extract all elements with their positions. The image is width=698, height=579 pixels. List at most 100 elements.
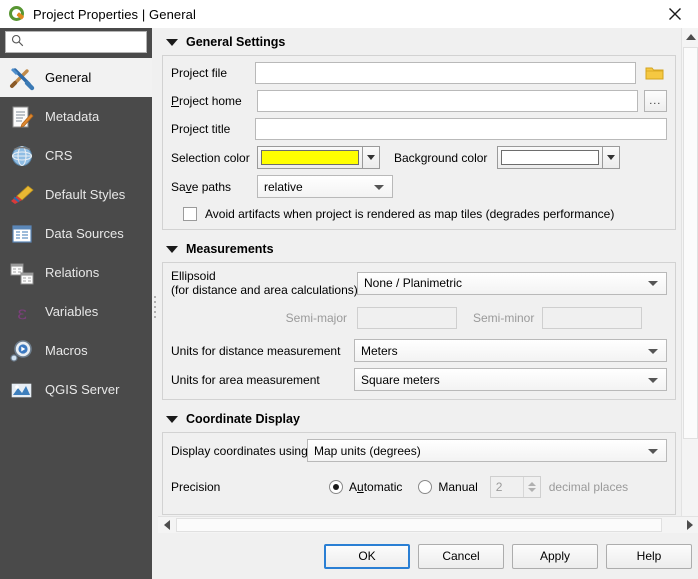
decimal-places-spinner[interactable]: 2 (489, 476, 541, 498)
semi-minor-input[interactable] (542, 307, 643, 329)
search-input[interactable] (28, 33, 136, 51)
horizontal-scrollbar[interactable] (158, 516, 698, 533)
spinner-up-icon[interactable] (527, 482, 536, 486)
avoid-artifacts-checkbox[interactable] (183, 207, 197, 221)
scroll-right-button[interactable] (681, 517, 698, 533)
window-title: Project Properties | General (33, 6, 196, 22)
decimal-places-value: 2 (495, 480, 503, 494)
sidebar-item-general[interactable]: General (0, 58, 152, 97)
sidebar-item-metadata[interactable]: Metadata (0, 97, 152, 136)
area-units-combo[interactable]: Square meters (354, 368, 667, 391)
folder-icon[interactable] (642, 62, 667, 84)
scroll-left-button[interactable] (158, 517, 175, 533)
background-color-label: Background color (394, 150, 488, 165)
chevron-down-icon (648, 377, 658, 383)
sidebar-item-relations[interactable]: Relations (0, 253, 152, 292)
save-paths-row: Save paths relative (171, 175, 667, 198)
project-title-input[interactable] (255, 118, 667, 140)
project-title-row: Project title (171, 118, 667, 140)
display-coordinates-value: Map units (degrees) (314, 443, 421, 458)
distance-units-label: Units for distance measurement (171, 343, 341, 358)
area-units-value: Square meters (361, 372, 440, 387)
project-home-browse-button[interactable]: ... (643, 90, 667, 112)
server-map-icon (8, 376, 36, 404)
help-button[interactable]: Help (606, 543, 692, 569)
selection-color-dropdown[interactable] (363, 146, 380, 169)
distance-units-combo[interactable]: Meters (354, 339, 667, 362)
display-coordinates-row: Display coordinates using Map units (deg… (171, 439, 667, 462)
sidebar-item-qgis-server[interactable]: QGIS Server (0, 370, 152, 409)
chevron-down-icon (648, 448, 658, 454)
sidebar-item-label: CRS (45, 148, 73, 163)
scroll-up-button[interactable] (682, 28, 698, 45)
content-panel: General Settings Project file Project ho… (158, 28, 698, 579)
area-units-row: Units for area measurement Square meters (171, 368, 667, 391)
dialog-button-bar: OK Cancel Apply Help (158, 533, 698, 579)
chevron-up-icon (685, 33, 696, 40)
project-file-input[interactable] (255, 62, 636, 84)
sidebar-item-data-sources[interactable]: Data Sources (0, 214, 152, 253)
precision-manual-radio[interactable] (418, 480, 433, 494)
semi-major-input[interactable] (357, 307, 457, 329)
chevron-left-icon (163, 520, 170, 530)
ellipsoid-value: None / Planimetric (364, 276, 463, 290)
globe-icon (8, 142, 36, 170)
general-settings-group: Project file Project home ... Project ti… (162, 55, 676, 230)
selection-color-label: Selection color (171, 150, 250, 165)
gear-play-icon (8, 337, 36, 365)
close-icon[interactable] (652, 0, 698, 28)
qgis-logo-icon (8, 5, 26, 23)
sidebar: General Metadata CRS Default Styles Data… (0, 28, 152, 579)
collapse-triangle-icon[interactable] (166, 415, 178, 423)
measurements-group: Ellipsoid (for distance and area calcula… (162, 262, 676, 400)
area-units-label: Units for area measurement (171, 372, 320, 387)
ellipsoid-row: Ellipsoid (for distance and area calcula… (171, 269, 667, 297)
sidebar-item-crs[interactable]: CRS (0, 136, 152, 175)
ellipsoid-combo[interactable]: None / Planimetric (357, 271, 667, 295)
background-color-button[interactable] (497, 146, 604, 169)
section-header-measurements[interactable]: Measurements (160, 238, 680, 260)
background-color-dropdown[interactable] (603, 146, 621, 169)
project-file-row: Project file (171, 62, 667, 84)
collapse-triangle-icon[interactable] (166, 245, 178, 253)
save-paths-label: Save paths (171, 179, 232, 194)
apply-button[interactable]: Apply (512, 543, 598, 569)
ok-button[interactable]: OK (324, 543, 410, 569)
sidebar-item-macros[interactable]: Macros (0, 331, 152, 370)
section-title: Coordinate Display (186, 412, 300, 426)
selection-color-swatch (261, 150, 359, 165)
project-file-label: Project file (171, 66, 228, 80)
save-paths-combo[interactable]: relative (257, 175, 393, 198)
epsilon-icon: ε (8, 298, 36, 326)
chevron-right-icon (686, 520, 693, 530)
precision-automatic-radio[interactable] (329, 480, 343, 494)
splitter-handle (154, 296, 156, 318)
sidebar-item-default-styles[interactable]: Default Styles (0, 175, 152, 214)
project-home-input[interactable] (257, 90, 638, 112)
semi-minor-label: Semi-minor (473, 311, 535, 325)
avoid-artifacts-row[interactable]: Avoid artifacts when project is rendered… (171, 207, 667, 221)
vertical-scrollbar-thumb[interactable] (683, 47, 698, 439)
collapse-triangle-icon[interactable] (166, 38, 178, 46)
section-header-coordinate-display[interactable]: Coordinate Display (160, 408, 680, 430)
coordinate-display-group: Display coordinates using Map units (deg… (162, 432, 676, 515)
search-box[interactable] (5, 31, 147, 53)
chevron-down-icon (374, 184, 384, 190)
vertical-scrollbar[interactable] (681, 28, 698, 533)
sidebar-item-label: Relations (45, 265, 100, 280)
sidebar-item-variables[interactable]: ε Variables (0, 292, 152, 331)
background-color-swatch (501, 150, 600, 165)
spinner-down-icon[interactable] (527, 488, 536, 492)
sidebar-item-label: QGIS Server (45, 382, 120, 397)
decimal-places-suffix: decimal places (548, 480, 629, 494)
spinner-buttons[interactable] (522, 477, 540, 497)
selection-color-button[interactable] (257, 146, 363, 169)
distance-units-row: Units for distance measurement Meters (171, 339, 667, 362)
project-title-label: Project title (171, 122, 231, 136)
section-header-general-settings[interactable]: General Settings (160, 31, 680, 53)
search-icon (11, 34, 24, 50)
cancel-button[interactable]: Cancel (418, 543, 504, 569)
horizontal-scrollbar-thumb[interactable] (176, 518, 662, 532)
document-edit-icon (8, 103, 36, 131)
display-coordinates-combo[interactable]: Map units (degrees) (307, 439, 667, 462)
